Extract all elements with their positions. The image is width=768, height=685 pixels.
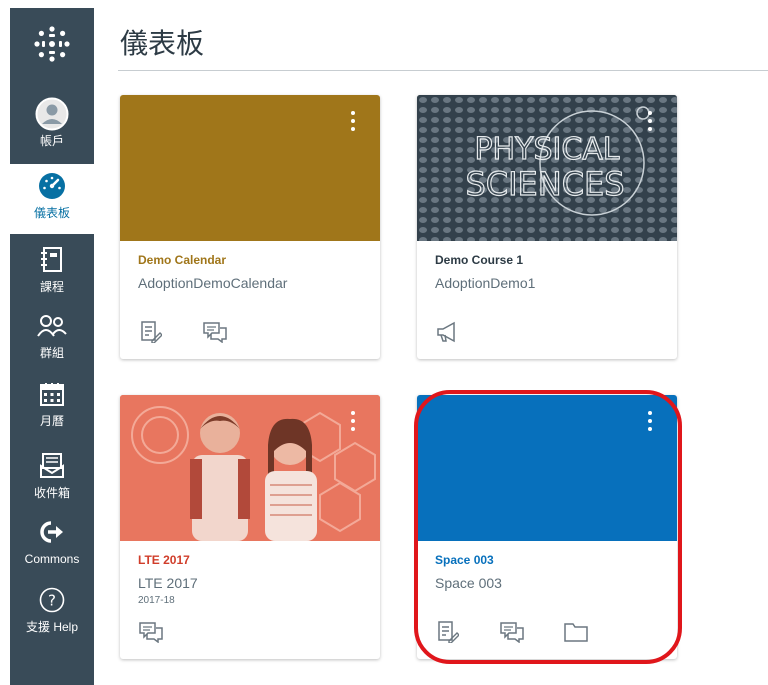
files-folder-icon[interactable] bbox=[563, 619, 589, 645]
card-title[interactable]: Demo Course 1 bbox=[435, 253, 523, 267]
nav-item-commons[interactable]: Commons bbox=[10, 510, 94, 580]
nav-item-help[interactable]: ? 支援 Help bbox=[10, 578, 94, 648]
nav-item-calendar[interactable]: 月曆 bbox=[10, 372, 94, 442]
card-term: 2017-18 bbox=[138, 595, 175, 606]
kebab-menu-icon[interactable] bbox=[350, 411, 356, 435]
kebab-menu-icon[interactable] bbox=[647, 411, 653, 435]
card-subtitle: Space 003 bbox=[435, 575, 502, 591]
card-hero[interactable] bbox=[120, 95, 380, 241]
svg-text:PHYSICAL: PHYSICAL bbox=[474, 132, 619, 167]
kebab-menu-icon[interactable] bbox=[350, 111, 356, 135]
calendar-icon bbox=[10, 378, 94, 410]
course-card-lte-2017[interactable]: LTE 2017 LTE 2017 2017-18 bbox=[120, 395, 380, 659]
nav-item-account[interactable]: 帳戶 bbox=[10, 92, 94, 162]
nav-label: 群組 bbox=[39, 346, 64, 360]
nav-label: 儀表板 bbox=[33, 206, 70, 220]
svg-text:SCIENCES: SCIENCES bbox=[465, 165, 624, 203]
card-subtitle: AdoptionDemo1 bbox=[435, 275, 536, 291]
card-hero[interactable] bbox=[120, 395, 380, 541]
card-hero[interactable] bbox=[417, 395, 677, 541]
avatar-icon bbox=[10, 97, 94, 131]
assignments-icon[interactable] bbox=[435, 619, 461, 645]
global-nav-sidebar: 帳戶 儀表板 課程 群組 月曆 收件箱 Commons ? 支援 Help bbox=[10, 8, 94, 685]
nav-item-inbox[interactable]: 收件箱 bbox=[10, 444, 94, 514]
course-card-demo-course-1[interactable]: PHYSICAL SCIENCES Demo Course 1 Adoption… bbox=[417, 95, 677, 359]
courses-icon bbox=[10, 244, 94, 276]
groups-icon bbox=[10, 310, 94, 342]
discussions-icon[interactable] bbox=[202, 319, 228, 345]
course-card-demo-calendar[interactable]: Demo Calendar AdoptionDemoCalendar bbox=[120, 95, 380, 359]
nav-label: 帳戶 bbox=[39, 134, 64, 148]
card-title[interactable]: Space 003 bbox=[435, 553, 494, 567]
nav-item-courses[interactable]: 課程 bbox=[10, 238, 94, 308]
header-divider bbox=[118, 70, 768, 71]
nav-label: 課程 bbox=[39, 280, 64, 294]
commons-icon bbox=[10, 516, 94, 548]
announcements-icon[interactable] bbox=[435, 319, 461, 345]
kebab-menu-icon[interactable] bbox=[647, 111, 653, 135]
discussions-icon[interactable] bbox=[138, 619, 164, 645]
nav-label: 月曆 bbox=[39, 414, 64, 428]
assignments-icon[interactable] bbox=[138, 319, 164, 345]
inbox-icon bbox=[10, 450, 94, 482]
physical-sciences-image: PHYSICAL SCIENCES bbox=[417, 95, 677, 241]
help-icon: ? bbox=[10, 584, 94, 616]
card-title[interactable]: Demo Calendar bbox=[138, 253, 226, 267]
page-title: 儀表板 bbox=[120, 27, 205, 60]
svg-text:?: ? bbox=[48, 592, 56, 610]
canvas-logo[interactable] bbox=[10, 8, 94, 86]
nav-label: 支援 Help bbox=[25, 620, 78, 634]
card-title[interactable]: LTE 2017 bbox=[138, 553, 190, 567]
canvas-logo-icon bbox=[34, 26, 70, 62]
card-subtitle: LTE 2017 bbox=[138, 575, 198, 591]
nav-label: Commons bbox=[24, 552, 80, 566]
nav-label: 收件箱 bbox=[33, 486, 70, 500]
nav-item-dashboard[interactable]: 儀表板 bbox=[10, 164, 94, 234]
nav-item-groups[interactable]: 群組 bbox=[10, 304, 94, 374]
discussions-icon[interactable] bbox=[499, 619, 525, 645]
card-hero[interactable]: PHYSICAL SCIENCES bbox=[417, 95, 677, 241]
course-card-space-003[interactable]: Space 003 Space 003 bbox=[417, 395, 677, 659]
dashboard-icon bbox=[10, 170, 94, 202]
students-image bbox=[120, 395, 380, 541]
card-subtitle: AdoptionDemoCalendar bbox=[138, 275, 288, 291]
